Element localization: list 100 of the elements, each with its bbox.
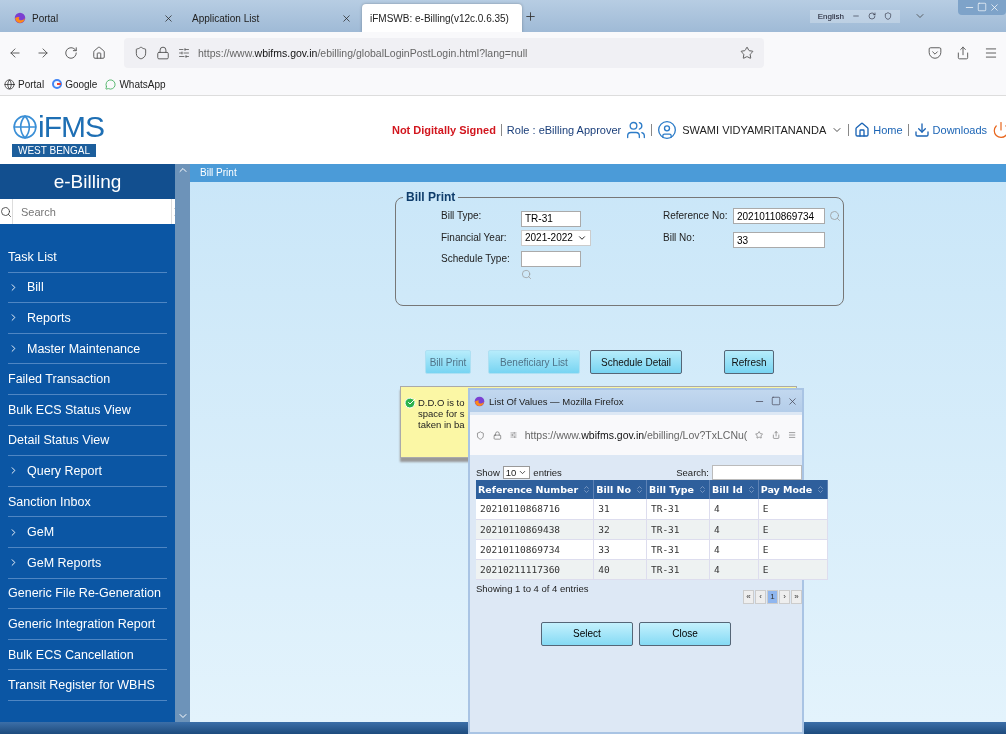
shield-icon (884, 12, 892, 20)
table-cell[interactable]: TR-31 (646, 499, 710, 519)
close-icon[interactable] (341, 12, 352, 24)
search-icon (0, 205, 12, 218)
maximize-icon[interactable] (771, 395, 781, 406)
search-icon[interactable] (829, 210, 841, 222)
tray-label: English (817, 11, 844, 21)
bookmark-link[interactable]: WhatsApp (105, 79, 166, 90)
reload-icon[interactable] (64, 46, 78, 60)
input-field[interactable]: 33 (733, 232, 825, 248)
header-link[interactable]: Downloads (913, 122, 987, 138)
sidebar-item[interactable]: Sanction Inbox (8, 486, 167, 518)
sidebar-item[interactable]: Query Report (8, 456, 167, 487)
sidebar-item[interactable]: Generic Integration Report (8, 609, 167, 640)
home-icon[interactable] (92, 46, 106, 60)
page-button[interactable]: 1 (767, 589, 778, 604)
browser-tab[interactable]: iFMSWB: e-Billing(v12c.0.6.35) (362, 4, 522, 32)
minus-icon (852, 12, 860, 20)
sidebar-item[interactable]: Bulk ECS Status View (8, 394, 167, 426)
letter-g-icon (52, 78, 63, 91)
back-icon[interactable] (8, 46, 22, 60)
download-icon (913, 122, 930, 138)
bookmark-link[interactable]: Google (52, 78, 98, 91)
sidebar-item[interactable]: Bill (8, 272, 167, 304)
browser-tab[interactable]: Portal (6, 4, 182, 32)
table-cell[interactable]: 20210110869734 (476, 539, 594, 559)
table-cell[interactable]: E (758, 499, 828, 519)
sidebar-item[interactable]: Master Maintenance (8, 333, 167, 365)
field-label: Bill No: (663, 230, 696, 245)
window-controls[interactable] (958, 0, 1006, 15)
new-tab-icon[interactable] (524, 9, 537, 23)
input-field[interactable]: TR-31 (521, 210, 581, 227)
table-cell[interactable]: 20210110869438 (476, 519, 594, 539)
column-header[interactable]: Pay Mode (758, 480, 828, 499)
close-icon[interactable] (163, 12, 174, 24)
table-cell[interactable]: 20210110868716 (476, 499, 594, 519)
power-icon (992, 121, 1006, 139)
entries-info: Showing 1 to 4 of 4 entries (476, 582, 589, 594)
chat-icon (105, 79, 117, 90)
home-icon (854, 122, 871, 138)
show-label: Show (476, 466, 500, 478)
sidebar-item[interactable]: Transit Register for WBHS (8, 670, 167, 701)
table-cell[interactable]: 20210211117360 (476, 559, 594, 579)
header-link[interactable]: Home (854, 122, 903, 138)
role-label: Role : eBilling Approver (506, 124, 622, 136)
pocket-icon[interactable] (928, 46, 942, 60)
column-header[interactable]: Bill Id (709, 480, 759, 499)
menu-icon[interactable] (984, 46, 998, 60)
scrollbar[interactable] (175, 164, 190, 722)
sidebar-item[interactable]: Bulk ECS Cancellation (8, 639, 167, 671)
forward-icon[interactable] (36, 46, 50, 60)
page-size-select[interactable]: 10 (502, 465, 531, 479)
dialog-button[interactable]: Close (639, 621, 731, 646)
column-header[interactable]: Bill Type (646, 480, 710, 499)
browser-logo-icon (14, 12, 26, 24)
sidebar-item[interactable]: Generic File Re-Generation (8, 578, 167, 610)
action-button[interactable]: Refresh (724, 350, 774, 374)
share-icon[interactable] (956, 46, 970, 60)
column-header[interactable]: Bill No (593, 480, 647, 499)
column-header[interactable]: Reference Number (476, 480, 594, 499)
popup-title: List Of Values — Mozilla Firefox (489, 395, 624, 407)
year-select[interactable]: 2021-2022 (521, 229, 591, 246)
sidebar-item[interactable]: GeM (8, 517, 167, 548)
table-cell[interactable]: 4 (709, 499, 759, 519)
lock-icon (156, 46, 170, 60)
sidebar-search[interactable]: Search (0, 199, 175, 224)
action-button[interactable]: Schedule Detail (590, 350, 682, 374)
entries-label: entries (533, 466, 562, 478)
close-icon[interactable] (787, 395, 798, 407)
search-field[interactable] (712, 464, 802, 480)
sidebar-item[interactable]: GeM Reports (8, 547, 167, 579)
share-icon[interactable] (771, 428, 780, 442)
sidebar-item[interactable]: Detail Status View (8, 425, 167, 457)
star-icon[interactable] (740, 46, 754, 60)
user-name[interactable]: SWAMI VIDYAMRITANANDA (682, 124, 827, 136)
input-field[interactable] (521, 251, 581, 267)
sidebar-item[interactable]: Failed Transaction (8, 364, 167, 395)
page-button[interactable]: « (743, 589, 754, 604)
sidebar-item[interactable]: Task List (8, 242, 167, 273)
sidebar-item[interactable]: Reports (8, 303, 167, 334)
panel-legend: Bill Print (403, 190, 459, 204)
address-bar[interactable]: https://www.wbifms.gov.in/ebilling/globalLoginPostLogin.html?lang=null (124, 38, 764, 68)
page-button[interactable]: › (779, 589, 790, 604)
dialog-button[interactable]: Select (541, 621, 633, 646)
input-field[interactable]: 20210110869734 (733, 208, 825, 224)
page-button[interactable]: ‹ (755, 589, 766, 604)
url-text: https://www.wbifms.gov.in/ebilling/Lov?TxLCNu( (524, 429, 748, 441)
page-title: Bill Print (190, 164, 1006, 182)
notice-text: D.D.O is to space for s taken in ba (418, 397, 465, 432)
star-icon[interactable] (755, 428, 764, 442)
browser-tab[interactable]: Application List (184, 4, 360, 32)
permissions-icon (178, 47, 190, 59)
popup-address-bar[interactable]: https://www.wbifms.gov.in/ebilling/Lov?TxLCNu( (470, 415, 802, 455)
bookmark-link[interactable]: Portal (4, 79, 45, 90)
shield-icon (134, 46, 148, 60)
search-icon[interactable] (521, 269, 532, 280)
page-button[interactable]: » (791, 589, 802, 604)
search-label: Search: (676, 466, 709, 478)
table-cell[interactable]: 31 (593, 499, 647, 519)
url-text: https://www.wbifms.gov.in/ebilling/globalLoginPostLogin.html?lang=null (198, 47, 529, 59)
